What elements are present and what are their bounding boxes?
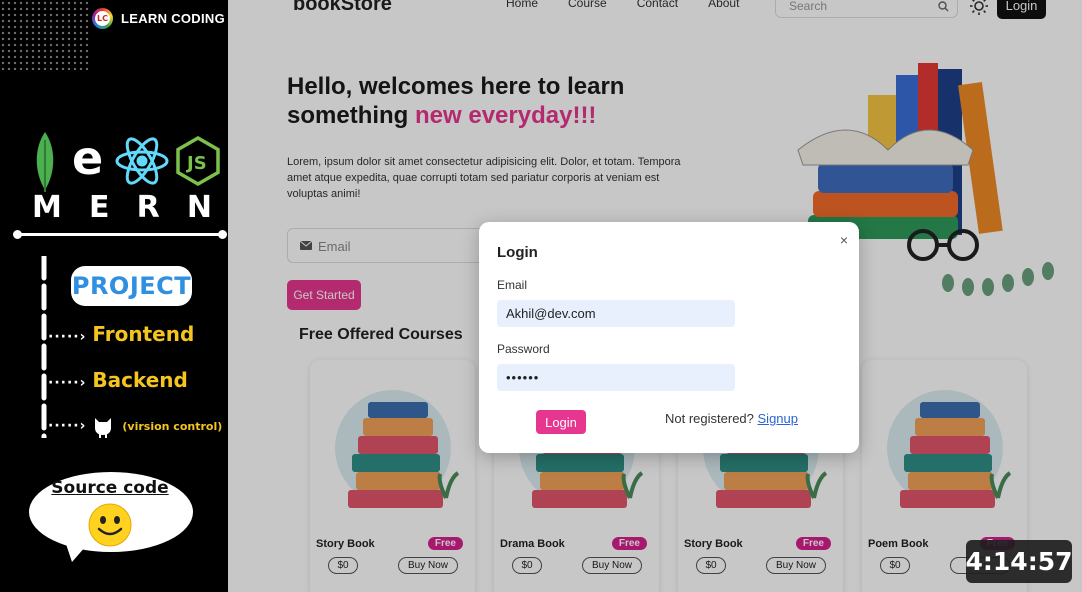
email-field[interactable]	[497, 300, 735, 327]
email-label: Email	[497, 278, 528, 292]
react-atom-icon	[115, 137, 169, 185]
password-field[interactable]	[497, 364, 735, 391]
login-submit-button[interactable]: Login	[536, 410, 586, 434]
express-e-icon: e	[72, 131, 103, 185]
thumbnail-panel: LC LEARN CODING e JS M E R N PROJECT ···…	[0, 0, 228, 592]
tree-line	[41, 256, 47, 438]
divider-dot	[13, 230, 22, 239]
git-branch: ·····› (virsion control)	[48, 414, 222, 438]
backend-branch: ·····› Backend	[48, 368, 188, 392]
channel-logo: LC LEARN CODING	[92, 8, 225, 29]
signup-prompt: Not registered? Signup	[665, 411, 798, 426]
dot-pattern	[0, 0, 90, 70]
divider-dot	[218, 230, 227, 239]
channel-name: LEARN CODING	[121, 11, 225, 26]
signup-link[interactable]: Signup	[758, 411, 798, 426]
modal-title: Login	[497, 244, 538, 261]
close-icon[interactable]: ×	[840, 232, 848, 248]
mern-logos: e JS	[36, 131, 220, 192]
nodejs-hexagon-icon: JS	[176, 135, 220, 187]
divider-line	[17, 233, 223, 236]
learn-coding-logo-icon: LC	[92, 8, 113, 29]
svg-text:JS: JS	[185, 153, 207, 174]
smiley-face-icon	[88, 503, 132, 547]
frontend-branch: ·····› Frontend	[48, 322, 195, 346]
bookstore-site: bookStore Home Course Contact About Sear…	[228, 0, 1082, 592]
source-code-link[interactable]: Source code	[28, 478, 192, 498]
login-modal: × Login Email Password Login Not registe…	[479, 222, 859, 453]
github-cat-icon	[95, 418, 112, 438]
mern-title: M E R N	[32, 190, 212, 225]
mongodb-leaf-icon	[36, 132, 54, 192]
svg-text:e: e	[72, 131, 103, 185]
project-label: PROJECT	[71, 266, 192, 306]
password-label: Password	[497, 342, 550, 356]
video-duration-badge: 4:14:57	[966, 540, 1073, 583]
